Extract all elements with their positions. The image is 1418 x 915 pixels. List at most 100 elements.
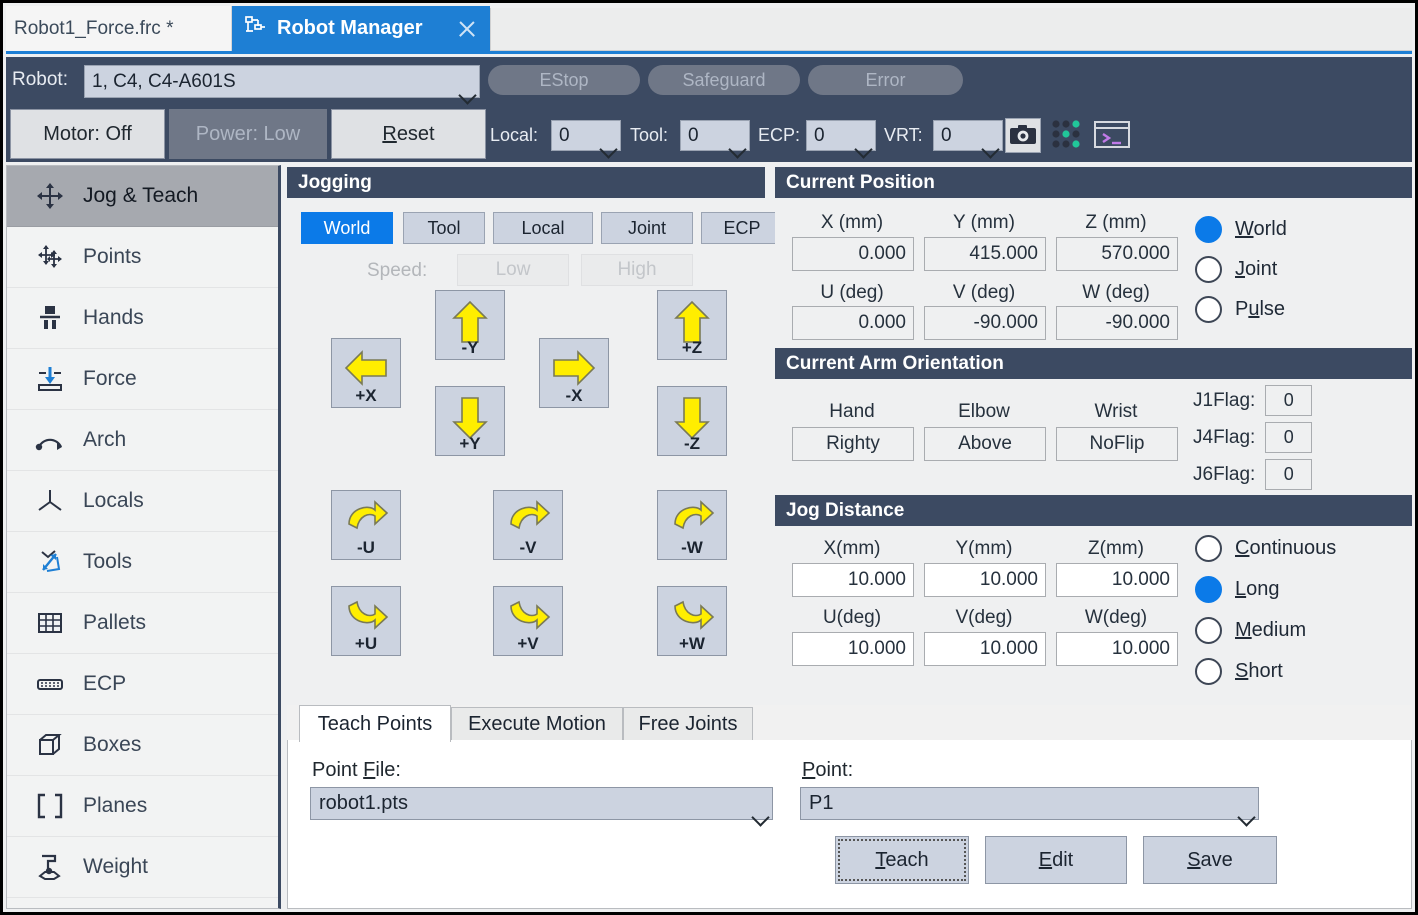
sidebar-item-label: Jog & Teach <box>83 184 198 208</box>
jog-distance-header: Jog Distance <box>775 495 1412 526</box>
estop-label: EStop <box>539 70 588 91</box>
force-arrow-icon <box>33 362 67 396</box>
save-button-label: Save <box>1187 849 1233 872</box>
edit-button-label: Edit <box>1039 849 1073 872</box>
jog-plus-v-button[interactable]: +V <box>493 586 563 656</box>
jog-mode-joint-label: Joint <box>628 218 666 239</box>
sidebar-item-jog-teach[interactable]: Jog & Teach <box>7 166 278 227</box>
jog-mode-tool[interactable]: Tool <box>403 212 485 244</box>
sidebar-item-arch[interactable]: Arch <box>7 410 278 471</box>
cp-radio-pulse[interactable]: Pulse <box>1195 296 1285 323</box>
sidebar-item-points[interactable]: Points <box>7 227 278 288</box>
sidebar-item-label: Tools <box>83 550 132 574</box>
jog-mode-local[interactable]: Local <box>493 212 593 244</box>
jd-input-u[interactable]: 10.000 <box>792 632 914 666</box>
cp-radio-world[interactable]: World <box>1195 216 1287 243</box>
jd-input-w[interactable]: 10.000 <box>1056 632 1178 666</box>
jog-minus-z-button[interactable]: -Z <box>657 386 727 456</box>
cp-radio-joint-label: Joint <box>1235 258 1277 281</box>
motor-toggle-button[interactable]: Motor: Off <box>10 109 165 159</box>
cp-value-v: -90.000 <box>924 306 1046 340</box>
jog-plus-w-button[interactable]: +W <box>657 586 727 656</box>
sidebar-item-label: Locals <box>83 489 144 513</box>
status-badge-estop: EStop <box>488 65 640 95</box>
radio-unselected-icon <box>1195 535 1222 562</box>
jog-button-label: +X <box>332 386 400 406</box>
jog-mode-world[interactable]: World <box>301 212 393 244</box>
jd-input-y[interactable]: 10.000 <box>924 563 1046 597</box>
speed-low-button: Low <box>457 254 569 286</box>
jog-minus-v-button[interactable]: -V <box>493 490 563 560</box>
jogging-panel-header: Jogging <box>287 167 765 198</box>
jog-button-label: +Z <box>658 338 726 358</box>
sidebar-item-pallets[interactable]: Pallets <box>7 593 278 654</box>
radio-unselected-icon <box>1195 617 1222 644</box>
sidebar-item-boxes[interactable]: Boxes <box>7 715 278 776</box>
sidebar-item-label: Points <box>83 245 141 269</box>
jd-label-v: V(deg) <box>919 607 1049 629</box>
motor-toggle-label: Motor: Off <box>43 123 132 146</box>
tool-select[interactable]: 0 <box>680 120 750 151</box>
sidebar-item-force[interactable]: Force <box>7 349 278 410</box>
jd-radio-short[interactable]: Short <box>1195 658 1283 685</box>
point-file-select[interactable]: robot1.pts <box>310 787 773 820</box>
sidebar-item-tools[interactable]: Tools <box>7 532 278 593</box>
point-file-value: robot1.pts <box>319 792 750 815</box>
local-select[interactable]: 0 <box>551 120 621 151</box>
jog-plus-x-button[interactable]: +X <box>331 338 401 408</box>
io-monitor-icon[interactable] <box>1049 118 1083 153</box>
sidebar-item-planes[interactable]: Planes <box>7 776 278 837</box>
jog-button-label: +V <box>494 634 562 654</box>
point-label: Point: <box>802 759 853 782</box>
sidebar-item-locals[interactable]: Locals <box>7 471 278 532</box>
radio-selected-icon <box>1195 576 1222 603</box>
tab-free-joints[interactable]: Free Joints <box>623 707 753 741</box>
jog-mode-joint[interactable]: Joint <box>601 212 693 244</box>
jog-minus-u-button[interactable]: -U <box>331 490 401 560</box>
command-prompt-icon[interactable] <box>1093 118 1131 153</box>
sidebar-item-hands[interactable]: Hands <box>7 288 278 349</box>
sidebar-item-ecp[interactable]: ECP <box>7 654 278 715</box>
ao-value-elbow: Above <box>924 427 1046 461</box>
reset-button[interactable]: Reset <box>331 109 486 159</box>
jog-mode-ecp[interactable]: ECP <box>701 212 783 244</box>
save-button[interactable]: Save <box>1143 836 1277 884</box>
sidebar-item-label: Arch <box>83 428 126 452</box>
tab-robot-manager[interactable]: Robot Manager <box>232 6 490 51</box>
sidebar-item-label: ECP <box>83 672 126 696</box>
sidebar-item-weight[interactable]: Weight <box>7 837 278 898</box>
jd-label-x: X(mm) <box>787 538 917 560</box>
jog-plus-y-button[interactable]: +Y <box>435 386 505 456</box>
cp-value-y: 415.000 <box>924 237 1046 271</box>
power-toggle-button[interactable]: Power: Low <box>169 109 327 159</box>
jd-input-x[interactable]: 10.000 <box>792 563 914 597</box>
jogging-panel: World Tool Local Joint ECP Speed: Low Hi… <box>287 198 765 704</box>
teach-button[interactable]: Teach <box>835 836 969 884</box>
jog-plus-z-button[interactable]: +Z <box>657 290 727 360</box>
close-icon[interactable] <box>456 18 478 40</box>
tab-execute-motion[interactable]: Execute Motion <box>451 707 623 741</box>
jog-minus-x-button[interactable]: -X <box>539 338 609 408</box>
tab-teach-points[interactable]: Teach Points <box>299 705 451 742</box>
jd-input-v[interactable]: 10.000 <box>924 632 1046 666</box>
jog-minus-w-button[interactable]: -W <box>657 490 727 560</box>
robot-select[interactable]: 1, C4, C4-A601S <box>84 65 480 98</box>
camera-icon[interactable] <box>1005 118 1041 153</box>
cp-value-z: 570.000 <box>1056 237 1178 271</box>
safeguard-label: Safeguard <box>682 70 765 91</box>
sidebar-item-partial[interactable] <box>7 898 278 909</box>
vrt-select[interactable]: 0 <box>933 120 1003 151</box>
cp-radio-joint[interactable]: Joint <box>1195 256 1277 283</box>
cp-radio-pulse-label: Pulse <box>1235 298 1285 321</box>
jd-radio-medium[interactable]: Medium <box>1195 617 1306 644</box>
cp-label-w: W (deg) <box>1051 282 1181 304</box>
jd-input-z[interactable]: 10.000 <box>1056 563 1178 597</box>
point-select[interactable]: P1 <box>800 787 1259 820</box>
edit-button[interactable]: Edit <box>985 836 1127 884</box>
jog-minus-y-button[interactable]: -Y <box>435 290 505 360</box>
tab-document[interactable]: Robot1_Force.frc * <box>6 6 232 51</box>
ecp-select[interactable]: 0 <box>806 120 876 151</box>
jog-plus-u-button[interactable]: +U <box>331 586 401 656</box>
jd-radio-long[interactable]: Long <box>1195 576 1280 603</box>
jd-radio-continuous[interactable]: Continuous <box>1195 535 1336 562</box>
